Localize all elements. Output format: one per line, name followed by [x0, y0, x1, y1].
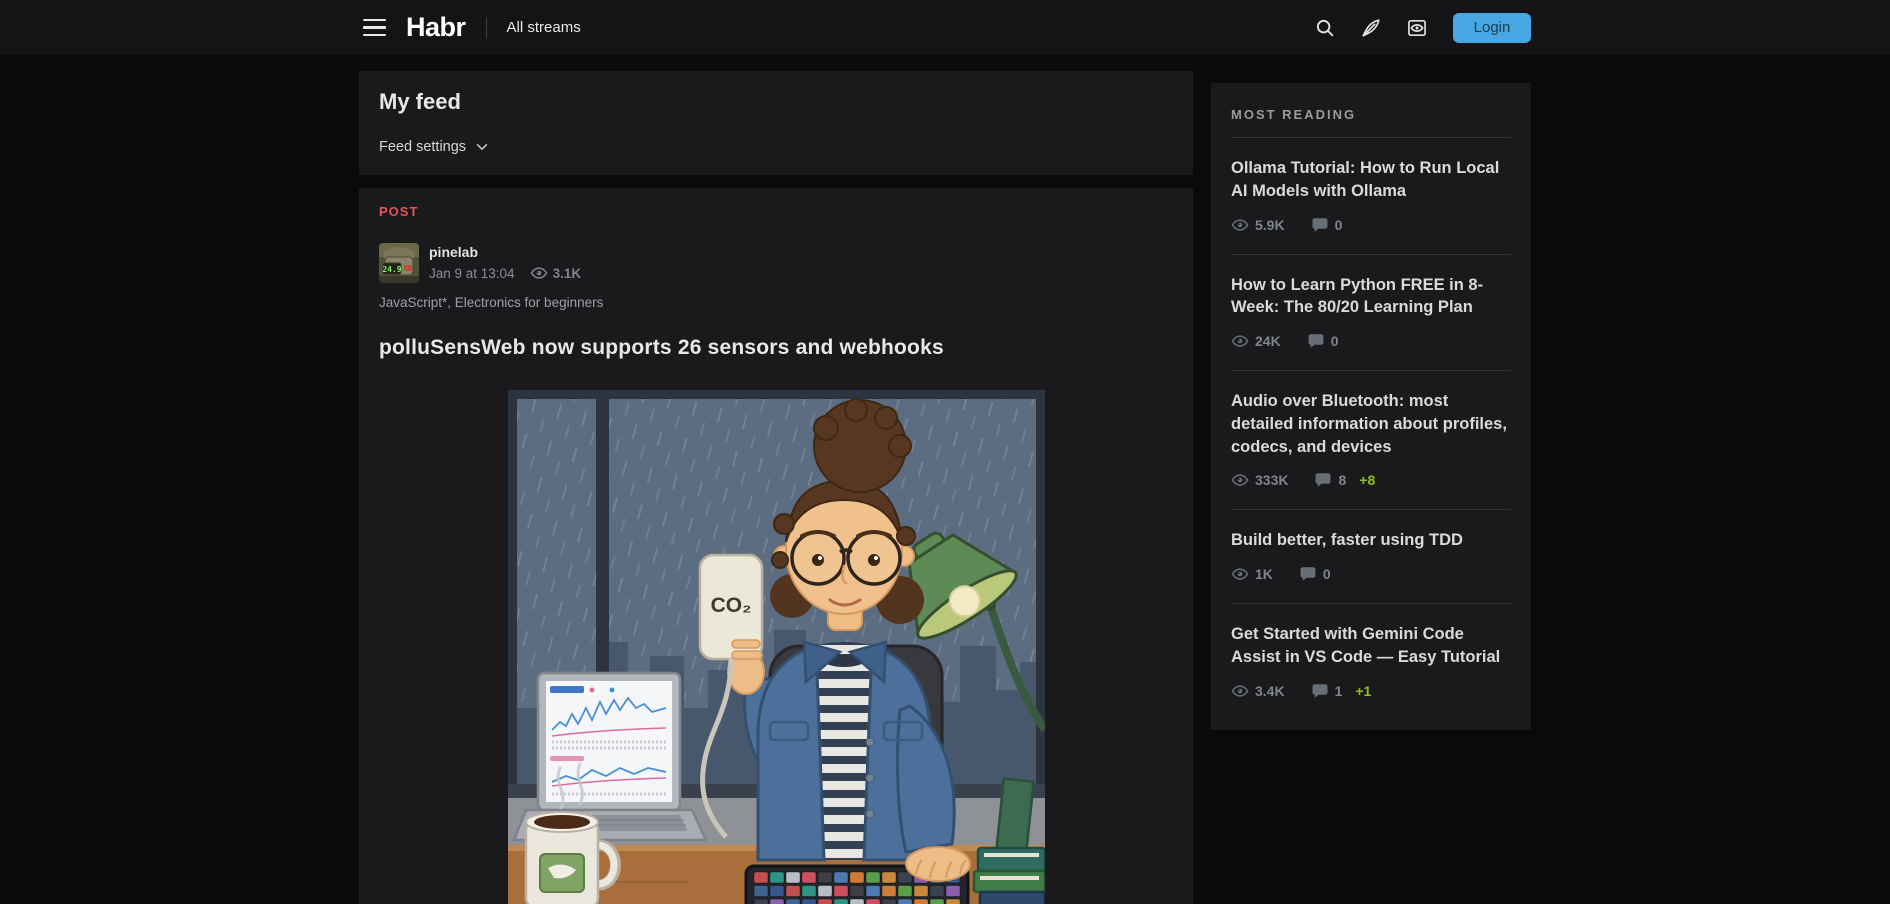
comment-icon — [1307, 332, 1325, 350]
sidebar: MOST READING Ollama Tutorial: How to Run… — [1211, 83, 1531, 730]
post-cover-image[interactable]: CO₂ — [508, 390, 1045, 904]
post-title[interactable]: polluSensWeb now supports 26 sensors and… — [379, 336, 1173, 360]
write-post-button[interactable] — [1353, 10, 1389, 46]
avatar[interactable]: 24.9 — [379, 243, 419, 283]
most-reading-item: Ollama Tutorial: How to Run Local AI Mod… — [1231, 138, 1511, 254]
login-button[interactable]: Login — [1453, 13, 1531, 43]
article-link[interactable]: Build better, faster using TDD — [1231, 529, 1511, 552]
comment-icon — [1311, 682, 1329, 700]
most-reading-item: Audio over Bluetooth: most detailed info… — [1231, 370, 1511, 509]
views-stat: 3.4K — [1231, 682, 1285, 700]
views-stat: 1K — [1231, 565, 1273, 583]
post-views-count: 3.1K — [553, 266, 582, 281]
post-author-row: 24.9 pinelab Jan 9 at 13:04 — [379, 243, 1173, 283]
most-reading-title: MOST READING — [1231, 107, 1511, 138]
article-link[interactable]: How to Learn Python FREE in 8-Week: The … — [1231, 274, 1511, 320]
author-username[interactable]: pinelab — [429, 244, 581, 260]
views-stat: 333K — [1231, 471, 1288, 489]
views-stat: 5.9K — [1231, 216, 1285, 234]
views-count: 333K — [1255, 472, 1288, 488]
views-count: 3.4K — [1255, 683, 1285, 699]
comment-icon — [1299, 565, 1317, 583]
illustration: CO₂ — [508, 390, 1045, 904]
all-streams-link[interactable]: All streams — [507, 19, 581, 36]
views-count: 5.9K — [1255, 217, 1285, 233]
post-timestamp: Jan 9 at 13:04 — [429, 266, 515, 281]
eye-icon — [1231, 471, 1249, 489]
comments-count: 0 — [1335, 217, 1343, 233]
eye-icon — [1231, 216, 1249, 234]
feed-header-card: My feed Feed settings — [359, 71, 1193, 175]
views-stat: 24K — [1231, 332, 1281, 350]
comments-stat[interactable]: 0 — [1299, 565, 1331, 583]
most-reading-item: Get Started with Gemini Code Assist in V… — [1231, 603, 1511, 720]
comments-stat[interactable]: 0 — [1311, 216, 1343, 234]
pen-icon — [1360, 17, 1382, 39]
page-title: My feed — [379, 89, 1173, 115]
header-divider — [486, 17, 487, 39]
comment-icon — [1314, 471, 1332, 489]
search-button[interactable] — [1307, 10, 1343, 46]
eye-square-icon — [1406, 17, 1428, 39]
avatar-display-value: 24.9 — [382, 265, 401, 274]
article-link[interactable]: Audio over Bluetooth: most detailed info… — [1231, 390, 1511, 458]
search-icon — [1314, 17, 1336, 39]
feed-settings-label: Feed settings — [379, 139, 466, 155]
new-comments-count: +1 — [1355, 683, 1371, 699]
post-card: POST 24.9 pinelab — [359, 188, 1193, 904]
chevron-down-icon — [475, 140, 489, 154]
views-count: 1K — [1255, 566, 1273, 582]
main-feed-column: My feed Feed settings POST — [359, 71, 1193, 904]
comments-count: 8 — [1338, 472, 1346, 488]
most-reading-card: MOST READING Ollama Tutorial: How to Run… — [1211, 83, 1531, 730]
article-link[interactable]: Get Started with Gemini Code Assist in V… — [1231, 623, 1511, 669]
views-count: 24K — [1255, 333, 1281, 349]
eye-icon — [1231, 332, 1249, 350]
comments-stat[interactable]: 0 — [1307, 332, 1339, 350]
post-hubs[interactable]: JavaScript*, Electronics for beginners — [379, 295, 1173, 310]
eye-icon — [530, 264, 548, 282]
habr-logo[interactable]: Habr — [406, 12, 466, 43]
comments-count: 1 — [1335, 683, 1343, 699]
comments-count: 0 — [1323, 566, 1331, 582]
top-navbar: Habr All streams — [0, 0, 1890, 55]
most-reading-item: How to Learn Python FREE in 8-Week: The … — [1231, 254, 1511, 371]
comments-stat[interactable]: 1 +1 — [1311, 682, 1372, 700]
most-reading-item: Build better, faster using TDD 1K 0 — [1231, 509, 1511, 603]
eye-icon — [1231, 565, 1249, 583]
new-comments-count: +8 — [1359, 472, 1375, 488]
watch-queue-button[interactable] — [1399, 10, 1435, 46]
comments-stat[interactable]: 8 +8 — [1314, 471, 1375, 489]
post-type-badge: POST — [379, 204, 1173, 219]
comment-icon — [1311, 216, 1329, 234]
co2-device-label: CO₂ — [710, 594, 751, 617]
feed-settings-button[interactable]: Feed settings — [379, 139, 489, 155]
post-views: 3.1K — [530, 264, 582, 282]
eye-icon — [1231, 682, 1249, 700]
article-link[interactable]: Ollama Tutorial: How to Run Local AI Mod… — [1231, 157, 1511, 203]
comments-count: 0 — [1331, 333, 1339, 349]
menu-button[interactable] — [359, 15, 390, 41]
